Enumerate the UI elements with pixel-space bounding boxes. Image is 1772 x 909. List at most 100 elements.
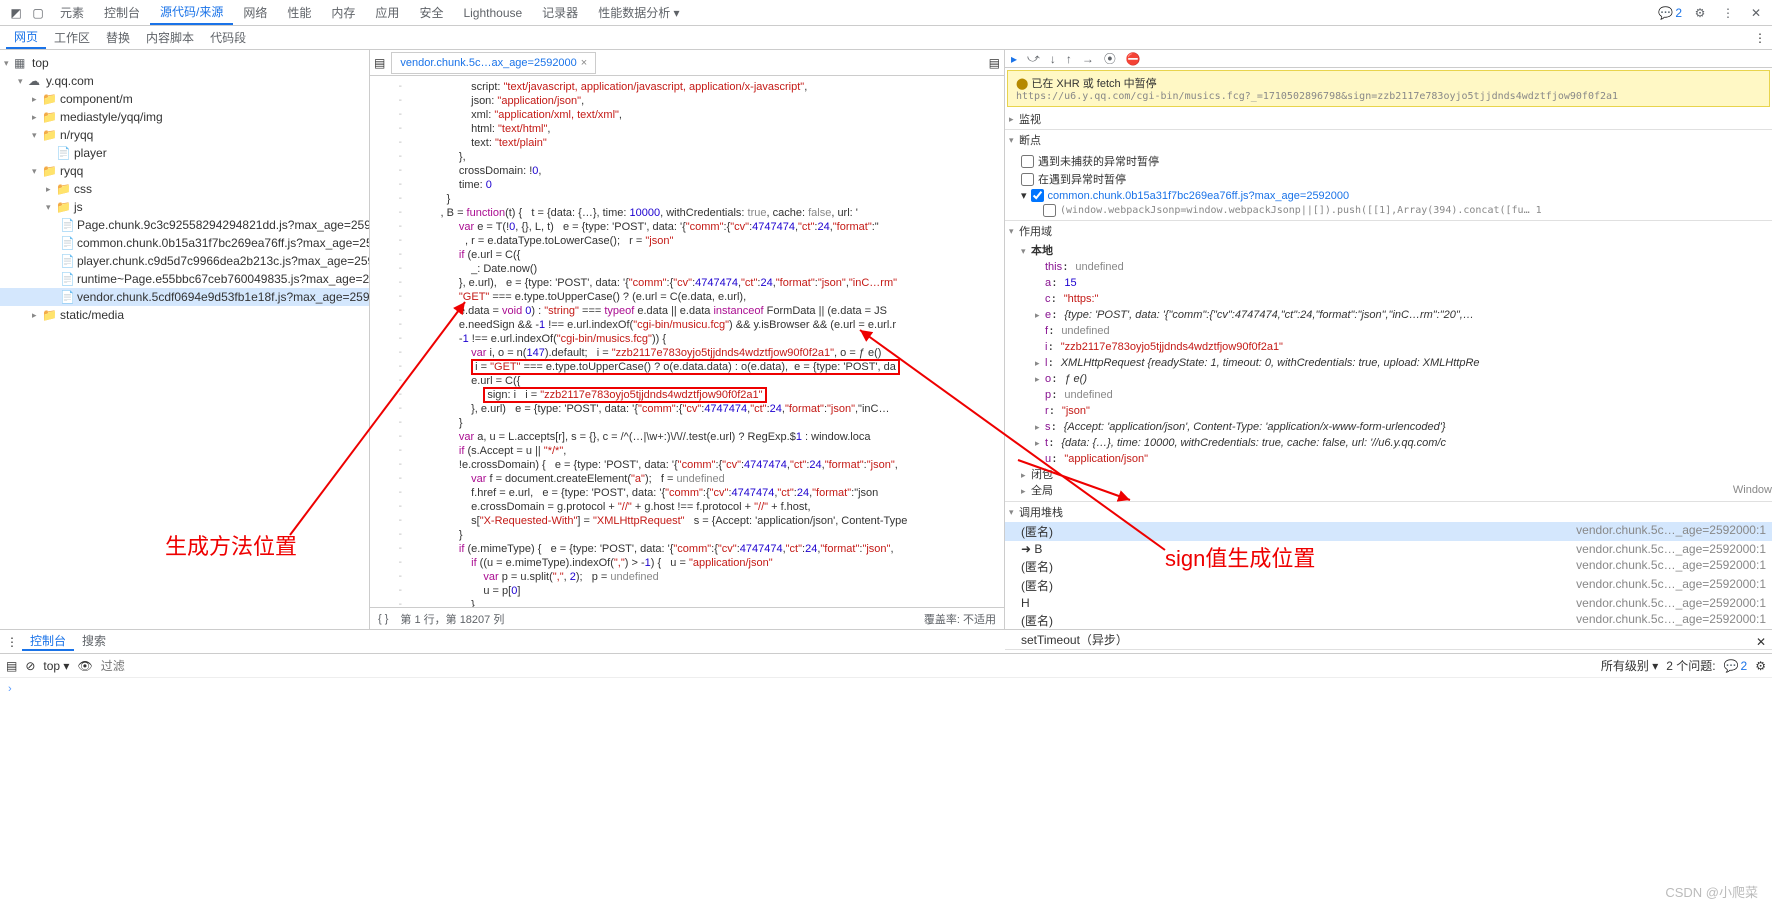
code-line[interactable]: }, e.url), e = {type: 'POST', data: '{"c…: [410, 276, 1004, 290]
code-line[interactable]: e.crossDomain = g.protocol + "//" + g.ho…: [410, 500, 1004, 514]
code-line[interactable]: sign: i i = "zzb2117e783oyjo5tjjdnds4wdz…: [410, 388, 1004, 402]
code-line[interactable]: text: "text/plain": [410, 136, 1004, 150]
scope-variable[interactable]: f: undefined: [1035, 323, 1772, 339]
stack-frame[interactable]: Hvendor.chunk.5c…_age=2592000:1: [1005, 595, 1772, 611]
scope-variable[interactable]: ▸o: ƒ e(): [1035, 371, 1772, 387]
tree-item[interactable]: 📄player: [0, 144, 369, 162]
code-line[interactable]: s["X-Requested-With"] = "XMLHttpRequest"…: [410, 514, 1004, 528]
sect-callstack[interactable]: ▾调用堆栈: [1005, 502, 1772, 522]
step-into-icon[interactable]: ↓: [1050, 52, 1056, 66]
code-line[interactable]: , B = function(t) { t = {data: {…}, time…: [410, 206, 1004, 220]
sect-scope[interactable]: ▾作用域: [1005, 221, 1772, 241]
code-line[interactable]: e.url = C({: [410, 374, 1004, 388]
code-line[interactable]: if (e.mimeType) { e = {type: 'POST', dat…: [410, 542, 1004, 556]
clear-console-icon[interactable]: ⊘: [25, 659, 35, 673]
code-line[interactable]: e.data = void 0) : "string" === typeof e…: [410, 304, 1004, 318]
main-tab[interactable]: 性能: [277, 0, 321, 25]
scope-variable[interactable]: c: "https:": [1035, 291, 1772, 307]
stack-frame[interactable]: (匿名)vendor.chunk.5c…_age=2592000:1: [1005, 557, 1772, 576]
stack-frame[interactable]: ➜ Bvendor.chunk.5c…_age=2592000:1: [1005, 541, 1772, 557]
code-line[interactable]: }: [410, 192, 1004, 206]
console-filter[interactable]: [101, 659, 1593, 673]
bp-item[interactable]: ▾common.chunk.0b15a31f7bc269ea76ff.js?ma…: [1021, 188, 1772, 203]
step-icon[interactable]: →: [1082, 52, 1094, 66]
chk-caught[interactable]: 在遇到异常时暂停: [1021, 170, 1772, 188]
sidebar-toggle-icon[interactable]: ▤: [6, 659, 17, 673]
drawer-tab[interactable]: 搜索: [74, 632, 114, 649]
code-line[interactable]: u = p[0]: [410, 584, 1004, 598]
tree-item[interactable]: ▸📁css: [0, 180, 369, 198]
code-line[interactable]: crossDomain: !0,: [410, 164, 1004, 178]
tree-item[interactable]: 📄player.chunk.c9d5d7c9966dea2b213c.js?ma…: [0, 252, 369, 270]
scope-variable[interactable]: ▸t: {data: {…}, time: 10000, withCredent…: [1035, 435, 1772, 451]
stack-frame[interactable]: (匿名)vendor.chunk.5c…_age=2592000:1: [1005, 522, 1772, 541]
resume-icon[interactable]: ▸: [1011, 52, 1017, 66]
main-tab[interactable]: 应用: [365, 0, 409, 25]
deactivate-bp-icon[interactable]: ⦿: [1104, 50, 1116, 67]
tree-item[interactable]: 📄Page.chunk.9c3c92558294294821dd.js?max_…: [0, 216, 369, 234]
issues-count[interactable]: 💬 2: [1724, 659, 1748, 673]
console-settings-icon[interactable]: ⚙: [1755, 659, 1766, 673]
code-line[interactable]: , r = e.dataType.toLowerCase(); r = "jso…: [410, 234, 1004, 248]
scope-variable[interactable]: u: "application/json": [1035, 451, 1772, 467]
step-out-icon[interactable]: ↑: [1066, 52, 1072, 66]
sources-subtab[interactable]: 替换: [98, 26, 138, 49]
tree-item[interactable]: ▾☁y.qq.com: [0, 72, 369, 90]
main-tab[interactable]: 源代码/来源: [150, 0, 233, 25]
code-line[interactable]: _: Date.now(): [410, 262, 1004, 276]
scope-variable[interactable]: ▸s: {Accept: 'application/json', Content…: [1035, 419, 1772, 435]
code-line[interactable]: var i, o = n(147).default; i = "zzb2117e…: [410, 346, 1004, 360]
code-line[interactable]: xml: "application/xml, text/xml",: [410, 108, 1004, 122]
code-line[interactable]: },: [410, 150, 1004, 164]
editor-tab[interactable]: vendor.chunk.5c…ax_age=2592000 ×: [391, 52, 596, 74]
code-line[interactable]: e.needSign && -1 !== e.url.indexOf("cgi-…: [410, 318, 1004, 332]
sources-subtab[interactable]: 工作区: [46, 26, 98, 49]
main-tab[interactable]: 控制台: [94, 0, 150, 25]
tree-item[interactable]: ▾📁ryqq: [0, 162, 369, 180]
nav-icon[interactable]: ▤: [374, 56, 385, 70]
code-line[interactable]: if (s.Accept = u || "*/*",: [410, 444, 1004, 458]
more-tools-icon[interactable]: ⋮: [1754, 31, 1766, 45]
close-tab-icon[interactable]: ×: [581, 57, 587, 69]
settings-icon[interactable]: ⚙: [1690, 3, 1710, 23]
tree-item[interactable]: ▾▦top: [0, 54, 369, 72]
code-editor[interactable]: ----------------------------------------…: [370, 76, 1004, 607]
tree-item[interactable]: ▾📁js: [0, 198, 369, 216]
tree-item[interactable]: 📄vendor.chunk.5cdf0694e9d53fb1e18f.js?ma…: [0, 288, 369, 306]
code-line[interactable]: time: 0: [410, 178, 1004, 192]
bp-sub[interactable]: (window.webpackJsonp=window.webpackJsonp…: [1021, 203, 1772, 218]
code-line[interactable]: !e.crossDomain) { e = {type: 'POST', dat…: [410, 458, 1004, 472]
drawer-tab[interactable]: 控制台: [22, 632, 74, 651]
code-line[interactable]: }, e.url) e = {type: 'POST', data: '{"co…: [410, 402, 1004, 416]
code-line[interactable]: var e = T(!0, {}, L, t) e = {type: 'POST…: [410, 220, 1004, 234]
tree-item[interactable]: 📄runtime~Page.e55bbc67ceb760049835.js?ma…: [0, 270, 369, 288]
scope-variable[interactable]: a: 15: [1035, 275, 1772, 291]
code-line[interactable]: var f = document.createElement("a"); f =…: [410, 472, 1004, 486]
code-line[interactable]: -1 !== e.url.indexOf("cgi-bin/musics.fcg…: [410, 332, 1004, 346]
drawer-close-icon[interactable]: ✕: [1756, 635, 1766, 649]
chk-uncaught[interactable]: 遇到未捕获的异常时暂停: [1021, 152, 1772, 170]
scope-variable[interactable]: ▸l: XMLHttpRequest {readyState: 1, timeo…: [1035, 355, 1772, 371]
inspect-icon[interactable]: ◩: [6, 3, 26, 23]
main-tab[interactable]: Lighthouse: [453, 0, 532, 25]
sect-breakpoints[interactable]: ▾断点: [1005, 130, 1772, 150]
more-icon[interactable]: ⋮: [1718, 3, 1738, 23]
scope-variable[interactable]: i: "zzb2117e783oyjo5tjjdnds4wdztfjow90f0…: [1035, 339, 1772, 355]
drawer-menu-icon[interactable]: ⋮: [6, 635, 18, 649]
main-tab[interactable]: 内存: [321, 0, 365, 25]
code-line[interactable]: "GET" === e.type.toUpperCase() ? (e.url …: [410, 290, 1004, 304]
device-icon[interactable]: ▢: [28, 3, 48, 23]
tab-more-icon[interactable]: ▤: [989, 56, 1000, 70]
scope-global[interactable]: ▸全局 Window: [1021, 483, 1772, 499]
tree-item[interactable]: 📄common.chunk.0b15a31f7bc269ea76ff.js?ma…: [0, 234, 369, 252]
console-body[interactable]: ›: [0, 678, 1772, 909]
close-icon[interactable]: ✕: [1746, 3, 1766, 23]
code-line[interactable]: }: [410, 416, 1004, 430]
scope-variable[interactable]: this: undefined: [1035, 259, 1772, 275]
sect-watch[interactable]: ▸监视: [1005, 109, 1772, 129]
main-tab[interactable]: 网络: [233, 0, 277, 25]
scope-variable[interactable]: p: undefined: [1035, 387, 1772, 403]
sources-subtab[interactable]: 网页: [6, 26, 46, 49]
main-tab[interactable]: 安全: [409, 0, 453, 25]
code-line[interactable]: script: "text/javascript, application/ja…: [410, 80, 1004, 94]
